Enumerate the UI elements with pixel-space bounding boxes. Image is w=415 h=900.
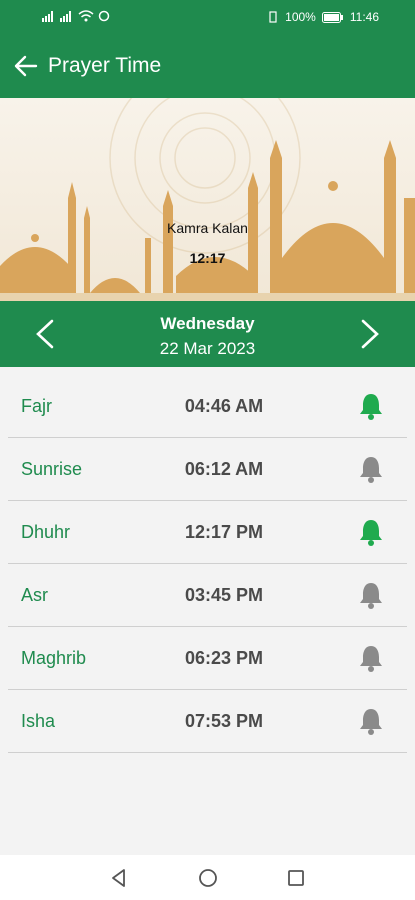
prayer-name: Maghrib [21, 648, 87, 668]
prayer-name: Sunrise [21, 459, 83, 479]
mosque-banner: Kamra Kalan 12:17 [0, 98, 415, 301]
page-title: Prayer Time [48, 54, 162, 77]
prayer-name: Dhuhr [21, 522, 71, 542]
prayer-time: 12:17 PM [184, 522, 264, 542]
status-time: 11:46 [349, 10, 379, 24]
system-nav-bar [0, 855, 415, 900]
app-bar: Prayer Time [0, 34, 415, 98]
bell-icon[interactable] [357, 580, 385, 610]
back-triangle-icon[interactable] [106, 865, 132, 891]
mosque-illustration [0, 98, 415, 301]
location-name: Kamra Kalan [167, 220, 248, 236]
prayer-row-maghrib: Maghrib 06:23 PM [8, 627, 407, 690]
prayer-name: Fajr [21, 396, 52, 416]
wifi-icon [78, 10, 94, 22]
signal-icon [60, 11, 71, 22]
prayer-list: Fajr 04:46 AM Sunrise 06:12 AM Dhuhr 12:… [8, 375, 407, 753]
vibrate-icon [269, 11, 277, 23]
next-day-chevron-icon[interactable] [355, 317, 385, 351]
back-arrow-icon[interactable] [12, 52, 40, 80]
status-right-icons: 100% 11:46 [267, 10, 379, 24]
data-saver-icon [98, 10, 110, 22]
prayer-name: Isha [21, 711, 56, 731]
status-left-icons [42, 10, 110, 22]
bell-icon[interactable] [357, 706, 385, 736]
prayer-time: 04:46 AM [184, 396, 264, 416]
date-text: 22 Mar 2023 [159, 339, 256, 358]
bell-icon[interactable] [357, 391, 385, 421]
prayer-time: 07:53 PM [184, 711, 264, 731]
prayer-row-fajr: Fajr 04:46 AM [8, 375, 407, 438]
bell-icon[interactable] [357, 517, 385, 547]
status-bar: 100% 11:46 [0, 0, 415, 34]
prayer-time: 03:45 PM [184, 585, 264, 605]
day-name: Wednesday [160, 314, 255, 333]
prayer-time: 06:12 AM [184, 459, 264, 479]
signal-icon [42, 11, 53, 22]
home-circle-icon[interactable] [195, 865, 221, 891]
prayer-time: 06:23 PM [184, 648, 264, 668]
bell-icon[interactable] [357, 643, 385, 673]
prayer-name: Asr [21, 585, 48, 605]
prayer-row-dhuhr: Dhuhr 12:17 PM [8, 501, 407, 564]
prayer-row-isha: Isha 07:53 PM [8, 690, 407, 753]
bell-icon[interactable] [357, 454, 385, 484]
prayer-row-sunrise: Sunrise 06:12 AM [8, 438, 407, 501]
battery-icon [321, 11, 343, 23]
recents-square-icon[interactable] [283, 865, 309, 891]
battery-percent: 100% [285, 10, 316, 24]
prayer-row-asr: Asr 03:45 PM [8, 564, 407, 627]
date-navigator: Wednesday 22 Mar 2023 [0, 301, 415, 367]
current-time: 12:17 [189, 250, 226, 266]
